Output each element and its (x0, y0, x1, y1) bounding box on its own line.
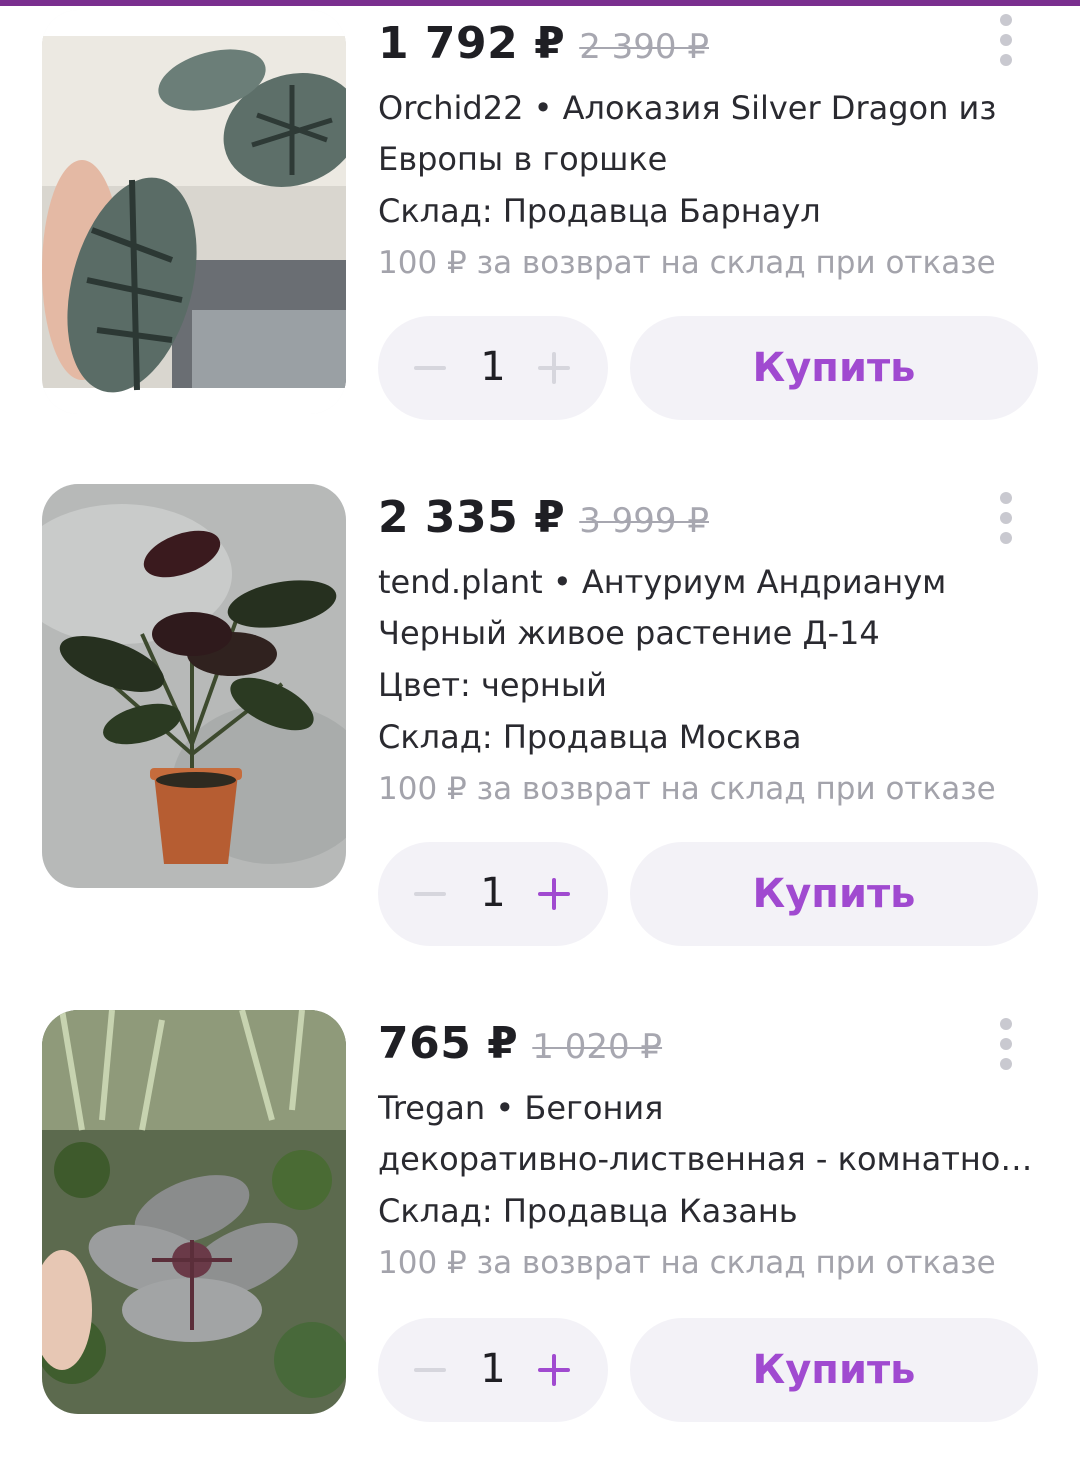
product-title[interactable]: Orchid22 • Алоказия Silver Dragon из Евр… (378, 83, 1048, 185)
quantity-stepper[interactable]: 1 (378, 842, 608, 946)
quantity-value: 1 (480, 344, 506, 390)
quantity-stepper[interactable]: 1 (378, 316, 608, 420)
product-card-begonia[interactable]: 765 ₽ 1 020 ₽ Tregan • Бегония декоратив… (0, 1010, 1080, 1450)
price: 1 792 ₽ (378, 18, 566, 69)
quantity-value: 1 (480, 1346, 506, 1392)
product-card-anthurium[interactable]: 2 335 ₽ 3 999 ₽ tend.plant • Антуриум Ан… (0, 484, 1080, 946)
warehouse-info: Склад: Продавца Казань (378, 1192, 798, 1230)
title-line: Черный живое растение Д-14 (378, 614, 880, 652)
product-title[interactable]: Tregan • Бегония декоративно-лиственная … (378, 1083, 1048, 1185)
price: 765 ₽ (378, 1018, 519, 1069)
product-image-begonia[interactable] (42, 1010, 346, 1414)
old-price: 3 999 ₽ (579, 501, 709, 541)
more-options-icon[interactable] (994, 488, 1018, 548)
buy-button[interactable]: Купить (630, 842, 1038, 946)
alocasia-plant-photo (42, 10, 346, 414)
anthurium-plant-photo (42, 484, 346, 888)
return-note: 100 ₽ за возврат на склад при отказе (378, 245, 996, 281)
product-card-alocasia[interactable]: 1 792 ₽ 2 390 ₽ Orchid22 • Алоказия Silv… (0, 0, 1080, 440)
title-line: Европы в горшке (378, 140, 668, 178)
product-title[interactable]: tend.plant • Антуриум Андрианум Черный ж… (378, 557, 1048, 659)
return-note: 100 ₽ за возврат на склад при отказе (378, 1245, 996, 1281)
quantity-value: 1 (480, 870, 506, 916)
title-line: Orchid22 • Алоказия Silver Dragon из (378, 89, 997, 127)
plus-button[interactable] (538, 878, 570, 910)
product-image-anthurium[interactable] (42, 484, 346, 888)
title-line: tend.plant • Антуриум Андрианум (378, 563, 947, 601)
more-options-icon[interactable] (994, 1014, 1018, 1074)
return-note: 100 ₽ за возврат на склад при отказе (378, 771, 996, 807)
begonia-plant-photo (42, 1010, 346, 1414)
old-price: 2 390 ₽ (579, 27, 709, 67)
product-image-alocasia[interactable] (42, 10, 346, 414)
title-line: Tregan • Бегония (378, 1089, 664, 1127)
price: 2 335 ₽ (378, 492, 566, 543)
more-options-icon[interactable] (994, 10, 1018, 70)
warehouse-info: Склад: Продавца Барнаул (378, 192, 821, 230)
color-attribute: Цвет: черный (378, 666, 607, 704)
warehouse-info: Склад: Продавца Москва (378, 718, 802, 756)
quantity-stepper[interactable]: 1 (378, 1318, 608, 1422)
title-line: декоративно-лиственная - комнатное... (378, 1140, 1038, 1178)
plus-button[interactable] (538, 1354, 570, 1386)
buy-button[interactable]: Купить (630, 316, 1038, 420)
old-price: 1 020 ₽ (532, 1027, 663, 1067)
buy-button[interactable]: Купить (630, 1318, 1038, 1422)
plus-button[interactable] (538, 352, 570, 384)
